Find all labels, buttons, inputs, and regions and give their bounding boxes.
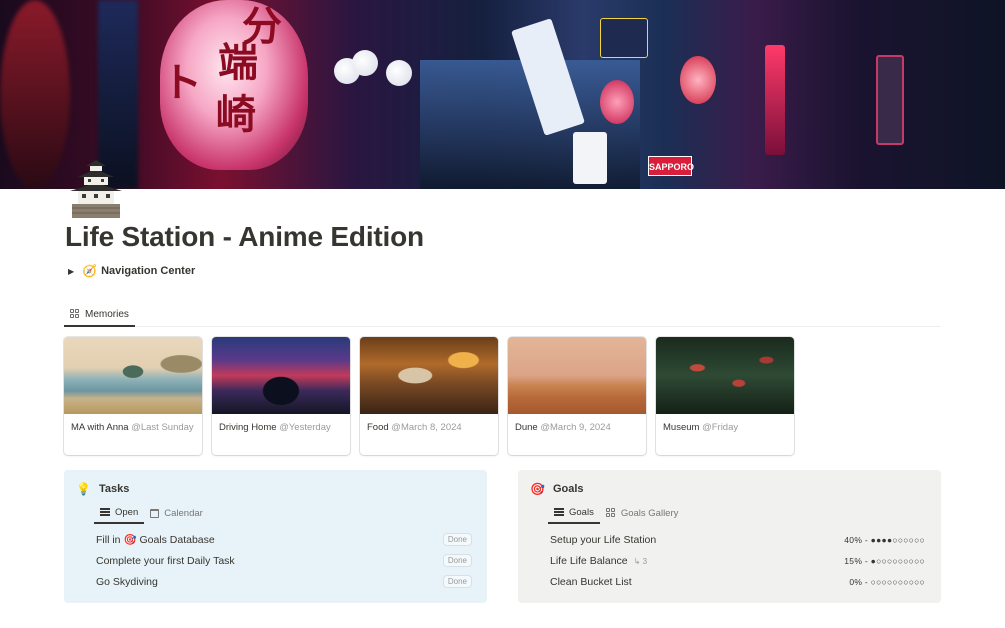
goal-title: Clean Bucket List: [550, 575, 632, 588]
goal-title: Setup your Life Station: [550, 533, 657, 546]
task-row[interactable]: Go Skydiving Done: [96, 571, 471, 592]
tab-goals-label: Goals: [569, 506, 594, 518]
memory-card-image: [360, 337, 498, 414]
lantern-illustration: 分 端 崎 ト: [160, 0, 308, 170]
goals-heading: Goals: [552, 483, 584, 495]
status-badge[interactable]: Done: [443, 555, 471, 566]
memory-card-title: Museum: [663, 422, 700, 433]
lightbulb-icon: 💡: [76, 482, 91, 496]
goals-callout: 🎯 Goals Goals Goals Gallery Setup your L…: [518, 470, 941, 603]
task-title: Fill in: [96, 534, 121, 546]
memory-card[interactable]: Driving Home @Yesterday: [212, 337, 350, 455]
target-icon: 🎯: [123, 534, 137, 546]
memory-card-image: [508, 337, 646, 414]
memory-card-image: [212, 337, 350, 414]
tab-goals-gallery-label: Goals Gallery: [620, 507, 679, 519]
memory-card-title: Dune: [515, 422, 538, 433]
memory-card-date: @Friday: [702, 422, 739, 433]
cover-image: 分 端 崎 ト SAPPORO: [0, 0, 1005, 189]
tab-calendar-label: Calendar: [164, 507, 203, 519]
memory-card[interactable]: Food @March 8, 2024: [360, 337, 498, 455]
goals-view-tabs: Goals Goals Gallery: [548, 502, 684, 524]
page-title: Life Station - Anime Edition: [65, 221, 424, 252]
memories-view-tabs: Memories: [64, 303, 940, 327]
compass-icon: 🧭: [82, 264, 98, 278]
task-title: Go Skydiving: [96, 575, 158, 588]
japanese-castle-icon[interactable]: [66, 160, 126, 220]
memory-card-title: Driving Home: [219, 422, 277, 433]
goal-title: Life Life Balance: [550, 554, 628, 567]
task-title-link[interactable]: Goals Database: [139, 534, 214, 546]
status-badge[interactable]: Done: [443, 576, 471, 587]
status-badge[interactable]: Done: [443, 534, 471, 545]
sapporo-sign: SAPPORO: [648, 156, 694, 176]
memory-card-date: @March 8, 2024: [391, 422, 462, 433]
gallery-grid-icon: [70, 309, 80, 319]
goal-progress: 0% - ○○○○○○○○○○: [849, 576, 925, 587]
goal-progress: 40% - ●●●●○○○○○○: [844, 534, 925, 545]
subitem-count[interactable]: ↳ 3: [634, 557, 647, 566]
tab-calendar[interactable]: Calendar: [144, 502, 209, 524]
memory-card-image: [64, 337, 202, 414]
memory-card-date: @Yesterday: [279, 422, 331, 433]
memory-card[interactable]: Dune @March 9, 2024: [508, 337, 646, 455]
memory-card-image: [656, 337, 794, 414]
tab-goals[interactable]: Goals: [548, 502, 600, 524]
tasks-heading: Tasks: [98, 483, 130, 495]
goals-list: Setup your Life Station 40% - ●●●●○○○○○○…: [550, 529, 925, 592]
memory-card-title: Food: [367, 422, 389, 433]
task-title: Complete your first Daily Task: [96, 554, 235, 567]
goal-row[interactable]: Life Life Balance ↳ 3 15% - ●○○○○○○○○○: [550, 550, 925, 571]
memory-card[interactable]: Museum @Friday: [656, 337, 794, 455]
memory-card[interactable]: MA with Anna @Last Sunday: [64, 337, 202, 455]
toggle-label: Navigation Center: [101, 265, 196, 277]
tasks-list: Fill in 🎯 Goals Database Done Complete y…: [96, 529, 471, 592]
toggle-triangle-icon[interactable]: ▶: [68, 267, 74, 276]
tab-memories-label: Memories: [85, 308, 129, 320]
tab-open-label: Open: [115, 506, 139, 518]
task-row[interactable]: Fill in 🎯 Goals Database Done: [96, 529, 471, 550]
task-row[interactable]: Complete your first Daily Task Done: [96, 550, 471, 571]
tab-memories[interactable]: Memories: [64, 303, 135, 327]
goal-progress: 15% - ●○○○○○○○○○: [844, 555, 925, 566]
goal-row[interactable]: Setup your Life Station 40% - ●●●●○○○○○○: [550, 529, 925, 550]
memories-gallery: MA with Anna @Last Sunday Driving Home @…: [64, 337, 944, 455]
memory-card-date: @March 9, 2024: [540, 422, 611, 433]
gallery-grid-icon: [605, 508, 616, 518]
tasks-callout: 💡 Tasks Open Calendar Fill in 🎯 Goals Da…: [64, 470, 487, 603]
target-icon: 🎯: [530, 482, 545, 496]
navigation-center-toggle[interactable]: ▶ 🧭 Navigation Center: [68, 264, 195, 278]
goal-row[interactable]: Clean Bucket List 0% - ○○○○○○○○○○: [550, 571, 925, 592]
tab-goals-gallery[interactable]: Goals Gallery: [600, 502, 685, 524]
calendar-icon: [150, 508, 160, 518]
memory-card-title: MA with Anna: [71, 422, 129, 433]
tasks-view-tabs: Open Calendar: [94, 502, 209, 524]
memory-card-date: @Last Sunday: [131, 422, 194, 433]
tab-open[interactable]: Open: [94, 502, 145, 524]
list-icon: [554, 508, 564, 516]
list-icon: [100, 508, 110, 516]
